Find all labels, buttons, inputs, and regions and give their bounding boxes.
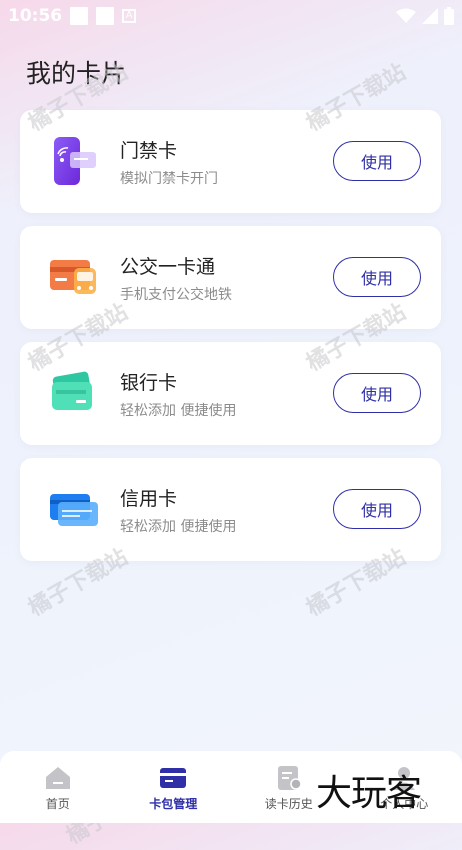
page-title: 我的卡片 bbox=[26, 59, 127, 88]
nav-label: 读卡历史 bbox=[264, 797, 313, 811]
wifi-icon bbox=[396, 8, 416, 23]
card-bus[interactable]: 公交一卡通 手机支付公交地铁 使用 bbox=[20, 226, 441, 329]
signal-icon bbox=[422, 8, 438, 24]
card-subtitle: 轻松添加 便捷使用 bbox=[120, 519, 237, 535]
card-title: 银行卡 bbox=[120, 372, 178, 394]
battery-icon bbox=[444, 7, 454, 25]
status-right bbox=[396, 7, 454, 25]
nav-home[interactable]: 首页 bbox=[0, 751, 115, 812]
card-bank[interactable]: 银行卡 轻松添加 便捷使用 使用 bbox=[20, 342, 441, 445]
use-button-access[interactable]: 使用 bbox=[333, 141, 421, 181]
status-left: 10:56 A bbox=[8, 6, 137, 26]
use-button-credit[interactable]: 使用 bbox=[333, 489, 421, 529]
card-access[interactable]: 门禁卡 模拟门禁卡开门 使用 bbox=[20, 110, 441, 213]
nav-label: 卡包管理 bbox=[149, 797, 198, 811]
card-title: 门禁卡 bbox=[120, 140, 178, 162]
status-time: 10:56 bbox=[8, 6, 63, 26]
bank-card-icon bbox=[52, 371, 92, 410]
card-subtitle: 轻松添加 便捷使用 bbox=[120, 403, 237, 419]
use-button-bus[interactable]: 使用 bbox=[333, 257, 421, 297]
notification-icon bbox=[70, 7, 89, 25]
card-subtitle: 手机支付公交地铁 bbox=[120, 287, 232, 303]
card-credit[interactable]: 信用卡 轻松添加 便捷使用 使用 bbox=[20, 458, 441, 561]
nav-label: 首页 bbox=[45, 797, 70, 811]
credit-card-icon bbox=[50, 494, 98, 526]
access-card-icon bbox=[54, 137, 96, 185]
home-icon bbox=[45, 767, 70, 789]
use-button-bank[interactable]: 使用 bbox=[333, 373, 421, 413]
card-title: 公交一卡通 bbox=[120, 256, 216, 278]
card-subtitle: 模拟门禁卡开门 bbox=[120, 171, 218, 187]
a-notification-icon: A bbox=[122, 9, 137, 23]
brand-overlay: 大玩客 bbox=[316, 773, 422, 814]
notification-icon-2 bbox=[96, 7, 115, 25]
card-title: 信用卡 bbox=[120, 488, 178, 510]
wallet-icon bbox=[160, 768, 187, 788]
nav-wallet[interactable]: 卡包管理 bbox=[116, 751, 231, 812]
status-bar: 10:56 A bbox=[0, 0, 462, 32]
bus-card-icon bbox=[50, 260, 96, 294]
history-icon bbox=[277, 766, 302, 790]
